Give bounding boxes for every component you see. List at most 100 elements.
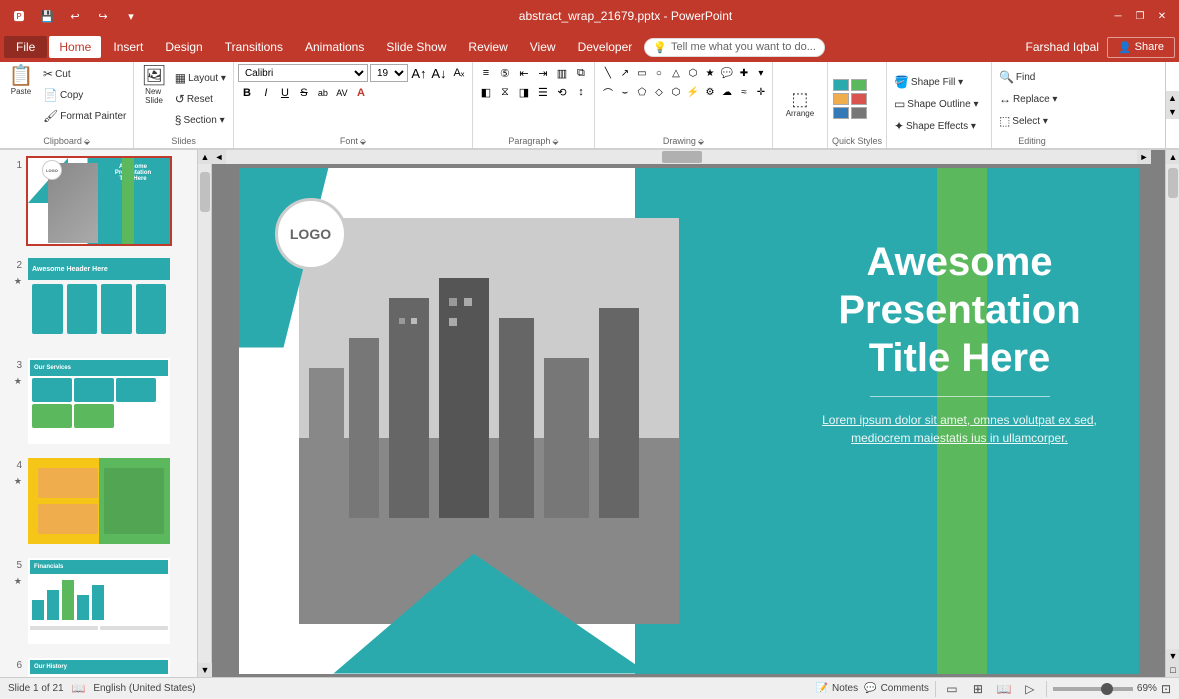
increase-indent-button[interactable]: ⇥	[534, 64, 552, 82]
paste-button[interactable]: 📋 Paste	[4, 64, 38, 98]
share-button[interactable]: 👤 Share	[1107, 37, 1175, 58]
align-right-button[interactable]: ◨	[515, 83, 533, 101]
cut-button[interactable]: ✂Cut	[40, 64, 129, 84]
shape-gear[interactable]: ⚙	[701, 83, 719, 101]
canvas-scroll-down[interactable]: ▼	[1166, 649, 1179, 663]
replace-button[interactable]: ↔Replace ▾	[996, 89, 1061, 109]
shape-rect[interactable]: ▭	[633, 64, 651, 82]
horizontal-scroll-thumb[interactable]	[662, 151, 702, 163]
font-color-button[interactable]: A	[352, 84, 370, 102]
increase-font-button[interactable]: A↑	[410, 64, 428, 82]
menu-home[interactable]: Home	[49, 36, 101, 58]
shape-circle[interactable]: ○	[650, 64, 668, 82]
smart-art-button[interactable]: ⧉	[572, 64, 590, 82]
menu-developer[interactable]: Developer	[568, 36, 643, 58]
shape-effects-button[interactable]: ✦Shape Effects ▾	[891, 116, 979, 136]
font-expand-icon[interactable]: ⬙	[360, 137, 366, 146]
shape-plus[interactable]: ✚	[735, 64, 753, 82]
drawing-expand-icon[interactable]: ⬙	[698, 137, 704, 146]
shape-line[interactable]: ╲	[599, 64, 617, 82]
slide-item-4[interactable]: 4 ★	[4, 454, 193, 548]
decrease-indent-button[interactable]: ⇤	[515, 64, 533, 82]
copy-button[interactable]: 📄Copy	[40, 85, 129, 105]
shape-wave[interactable]: ≈	[735, 83, 753, 101]
menu-file[interactable]: File	[4, 36, 47, 58]
zoom-slider[interactable]	[1053, 687, 1133, 691]
slideshow-button[interactable]: ▷	[1020, 681, 1040, 697]
clear-format-button[interactable]: Aₓ	[450, 64, 468, 82]
menu-slideshow[interactable]: Slide Show	[376, 36, 456, 58]
bold-button[interactable]: B	[238, 84, 256, 102]
ribbon-scroll-up[interactable]: ▲	[1166, 91, 1179, 105]
shape-cross[interactable]: ✛	[752, 83, 770, 101]
scroll-right[interactable]: ►	[1137, 150, 1151, 164]
shape-bracket[interactable]: ⌣	[616, 83, 634, 101]
decrease-font-button[interactable]: A↓	[430, 64, 448, 82]
select-button[interactable]: ⬚Select ▾	[996, 111, 1051, 131]
menu-view[interactable]: View	[520, 36, 566, 58]
reset-button[interactable]: ↺Reset	[172, 89, 229, 109]
arrange-button[interactable]: ⬚ Arrange	[783, 88, 817, 120]
slide-item-3[interactable]: 3 ★ Our Services	[4, 354, 193, 448]
menu-animations[interactable]: Animations	[295, 36, 374, 58]
justify-button[interactable]: ☰	[534, 83, 552, 101]
restore-button[interactable]: ❐	[1131, 7, 1149, 25]
slide-panel-scrollbar-thumb[interactable]	[200, 172, 210, 212]
customize-button[interactable]: ▾	[120, 5, 142, 27]
align-center-button[interactable]: ⧖	[496, 83, 514, 101]
slide-panel-scroll-up[interactable]: ▲	[198, 150, 212, 164]
find-button[interactable]: 🔍Find	[996, 67, 1038, 87]
columns-button[interactable]: ▥	[553, 64, 571, 82]
menu-design[interactable]: Design	[155, 36, 212, 58]
slide-panel-scroll-down[interactable]: ▼	[198, 663, 212, 677]
style-swatch-1[interactable]	[833, 79, 849, 91]
shape-cloud[interactable]: ☁	[718, 83, 736, 101]
zoom-fit-button[interactable]: ⊡	[1161, 682, 1171, 696]
notes-button[interactable]: Notes	[832, 683, 858, 694]
close-button[interactable]: ✕	[1153, 7, 1171, 25]
strikethrough-button[interactable]: S	[295, 84, 313, 102]
italic-button[interactable]: I	[257, 84, 275, 102]
shape-fill-button[interactable]: 🪣Shape Fill ▾	[891, 72, 966, 92]
slide-4-thumbnail[interactable]	[26, 456, 172, 546]
character-spacing-button[interactable]: AV	[333, 84, 351, 102]
minimize-button[interactable]: ─	[1109, 7, 1127, 25]
line-spacing-button[interactable]: ↕	[572, 83, 590, 101]
slide-item-2[interactable]: 2 ★ Awesome Header Here	[4, 254, 193, 348]
shape-lightning[interactable]: ⚡	[684, 83, 702, 101]
shape-diamond[interactable]: ◇	[650, 83, 668, 101]
reading-view-button[interactable]: 📖	[994, 681, 1014, 697]
slide-sorter-button[interactable]: ⊞	[968, 681, 988, 697]
clipboard-expand-icon[interactable]: ⬙	[84, 137, 90, 146]
scroll-left[interactable]: ◄	[212, 150, 226, 164]
shape-hexagon[interactable]: ⬡	[667, 83, 685, 101]
font-size-select[interactable]: 19	[370, 64, 408, 82]
new-slide-button[interactable]: 🖼 NewSlide	[138, 64, 169, 107]
ribbon-scroll-down[interactable]: ▼	[1166, 105, 1179, 119]
scroll-expand-button[interactable]: □	[1166, 663, 1179, 677]
section-button[interactable]: §Section ▾	[172, 110, 229, 130]
comments-button[interactable]: Comments	[881, 683, 929, 694]
shadow-button[interactable]: ab	[314, 84, 332, 102]
tell-me-bar[interactable]: 💡 Tell me what you want to do...	[644, 38, 825, 57]
style-swatch-4[interactable]	[851, 93, 867, 105]
align-left-button[interactable]: ◧	[477, 83, 495, 101]
underline-button[interactable]: U	[276, 84, 294, 102]
style-swatch-3[interactable]	[833, 93, 849, 105]
layout-button[interactable]: ▦Layout ▾	[172, 68, 229, 88]
slide-item-1[interactable]: 1 LOGO AwesomePresentationTitle Here	[4, 154, 193, 248]
slide-1-thumbnail[interactable]: LOGO AwesomePresentationTitle Here	[26, 156, 172, 246]
shape-chevron[interactable]: ⬡	[684, 64, 702, 82]
menu-insert[interactable]: Insert	[103, 36, 153, 58]
slide-item-5[interactable]: 5 ★ Financials	[4, 554, 193, 648]
menu-review[interactable]: Review	[458, 36, 517, 58]
canvas-scrollbar-thumb[interactable]	[1168, 168, 1178, 198]
style-swatch-5[interactable]	[833, 107, 849, 119]
bullets-button[interactable]: ≡	[477, 64, 495, 82]
shape-pentagon[interactable]: ⬠	[633, 83, 651, 101]
redo-button[interactable]: ↪	[92, 5, 114, 27]
slide-item-6[interactable]: 6 ★ Our History	[4, 654, 193, 677]
font-name-select[interactable]: Calibri	[238, 64, 368, 82]
shape-triangle[interactable]: △	[667, 64, 685, 82]
normal-view-button[interactable]: ▭	[942, 681, 962, 697]
